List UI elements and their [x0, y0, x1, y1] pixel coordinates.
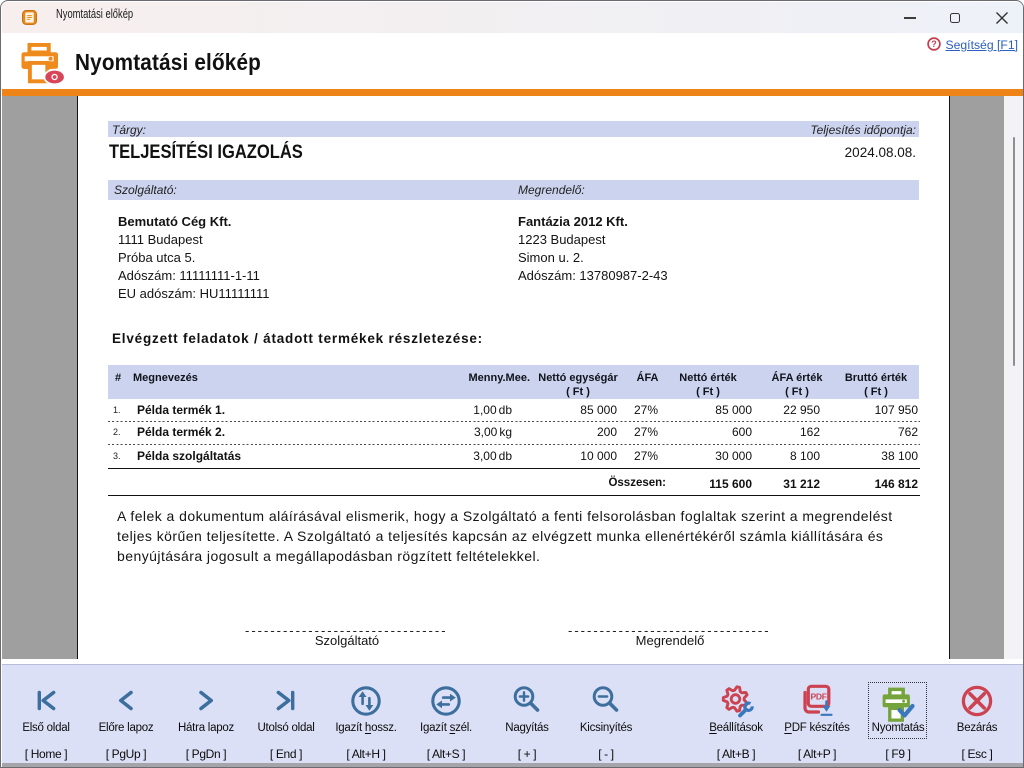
- svg-text:?: ?: [931, 39, 937, 49]
- svg-text:PDF: PDF: [810, 692, 826, 702]
